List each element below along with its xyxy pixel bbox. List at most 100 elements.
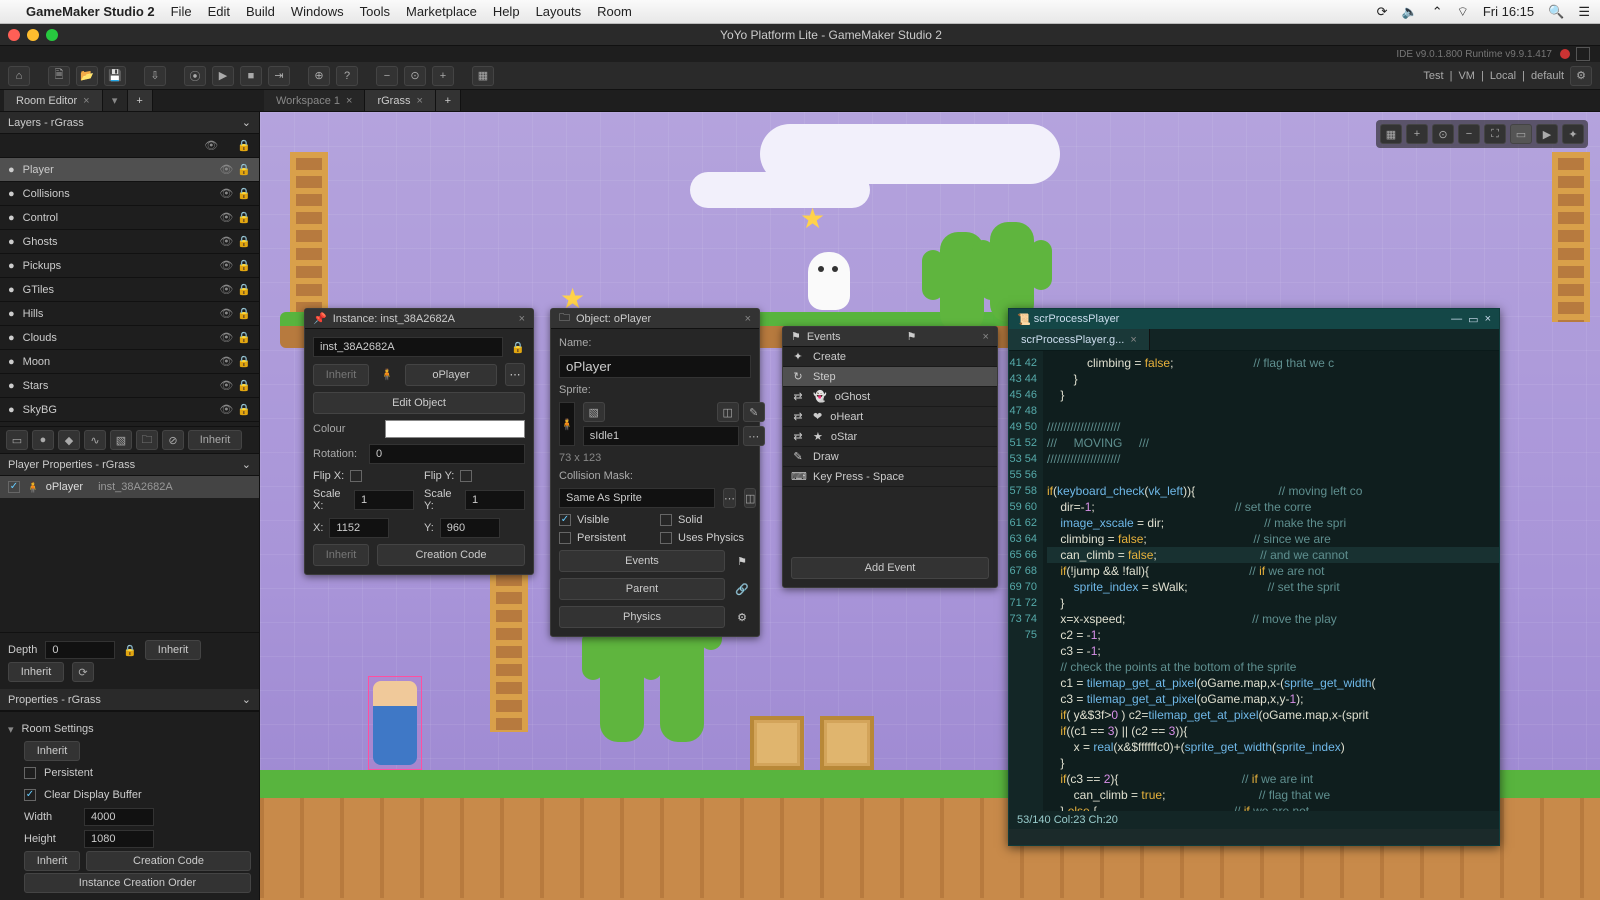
zoom-reset-button[interactable]: ⊙ [404,66,426,86]
instance-list-row[interactable]: 🧍 oPlayer inst_38A2682A [0,476,259,498]
maximize-icon[interactable]: ▭ [1468,313,1478,326]
zoom-window[interactable] [46,29,58,41]
vp-zoom-reset-button[interactable]: ⊙ [1432,124,1454,144]
flipx-checkbox[interactable] [350,470,362,482]
height-input[interactable] [84,830,154,848]
persistent-checkbox[interactable] [24,767,36,779]
target-vm[interactable]: VM [1458,70,1475,82]
object-panel[interactable]: 🗀Object: oPlayer× Name: Sprite: 🧍 ▧ ◫ ✎ [550,308,760,637]
close-icon[interactable]: × [1485,313,1491,326]
lock-icon[interactable]: 🔒 [237,307,251,320]
physics-checkbox[interactable] [660,532,672,544]
eye-icon[interactable]: 👁 [219,283,233,296]
run-button[interactable]: ▶ [212,66,234,86]
menu-help[interactable]: Help [493,4,520,19]
menu-build[interactable]: Build [246,4,275,19]
room-creation-code-button[interactable]: Creation Code [86,851,251,871]
physics-button[interactable]: Physics [559,606,725,628]
open-project-button[interactable]: 📂 [76,66,98,86]
event-draw[interactable]: ✎Draw [783,447,997,467]
minimize-icon[interactable]: — [1451,313,1462,326]
eye-icon[interactable]: 👁 [219,235,233,248]
vp-select-button[interactable]: ▭ [1510,124,1532,144]
dropdown-tab[interactable]: ▾ [103,90,128,111]
code-editor-panel[interactable]: 📜 scrProcessPlayer — ▭ × scrProcessPlaye… [1008,308,1500,846]
layer-row-control[interactable]: ●Control👁🔒 [0,206,259,230]
tab-workspace-1[interactable]: Workspace 1× [264,90,365,111]
sprite-new-button[interactable]: ▧ [583,402,605,422]
target-settings-button[interactable]: ⚙ [1570,66,1592,86]
eye-icon[interactable]: 👁 [219,331,233,344]
lock-icon[interactable]: 🔒 [237,379,251,392]
lock-icon[interactable]: 🔒 [237,139,251,152]
layer-row-moon[interactable]: ●Moon👁🔒 [0,350,259,374]
events-panel[interactable]: ⚑Events⚑× ✦Create↻Step⇄👻oGhost⇄❤oHeart⇄★… [782,326,998,588]
vp-fullscreen-button[interactable]: ⛶ [1484,124,1506,144]
layer-row-collisions[interactable]: ●Collisions👁🔒 [0,182,259,206]
layer-row-pickups[interactable]: ●Pickups👁🔒 [0,254,259,278]
game-options-button[interactable]: ⊕ [308,66,330,86]
flipy-checkbox[interactable] [460,470,472,482]
room-editor-tab[interactable]: Room Editor× [4,90,103,111]
player-instance[interactable] [368,676,422,770]
inst-inherit-button[interactable]: Inherit [313,364,369,386]
debug-button[interactable]: ⦿ [184,66,206,86]
event-key-press-space[interactable]: ⌨Key Press - Space [783,467,997,487]
events-button[interactable]: Events [559,550,725,572]
grid-toggle-button[interactable]: ▦ [1380,124,1402,144]
y-input[interactable] [440,518,500,538]
volume-icon[interactable]: 🔈 [1402,4,1418,20]
lock-icon[interactable]: 🔒 [237,259,251,272]
vp-zoom-in-button[interactable]: + [1406,124,1428,144]
menu-tools[interactable]: Tools [360,4,390,19]
object-name-input[interactable] [559,355,751,378]
menu-room[interactable]: Room [597,4,632,19]
x-input[interactable] [329,518,389,538]
stop-button[interactable]: ■ [240,66,262,86]
instance-name-input[interactable] [313,337,503,357]
room-props-header[interactable]: Properties - rGrass⌄ [0,689,259,711]
app-name[interactable]: GameMaker Studio 2 [26,4,155,19]
close-window[interactable] [8,29,20,41]
zoom-out-button[interactable]: − [376,66,398,86]
layer-row-player[interactable]: ●Player👁🔒 [0,158,259,182]
error-indicator-icon[interactable] [1560,49,1570,59]
vp-play-button[interactable]: ▶ [1536,124,1558,144]
add-layer-bg-button[interactable]: ▭ [6,430,28,450]
player-props-header[interactable]: Player Properties - rGrass⌄ [0,454,259,476]
clear-display-checkbox[interactable] [24,789,36,801]
sync-icon[interactable]: ⟳ [1377,4,1388,20]
add-layer-tile-button[interactable]: ◆ [58,430,80,450]
depth-input[interactable] [45,641,115,659]
event-ostar[interactable]: ⇄★oStar [783,427,997,447]
close-icon[interactable]: × [983,331,989,343]
eye-icon[interactable]: 👁 [204,139,218,152]
close-icon[interactable]: × [519,313,525,325]
event-create[interactable]: ✦Create [783,347,997,367]
event-oheart[interactable]: ⇄❤oHeart [783,407,997,427]
inherit-button[interactable]: Inherit [8,662,64,682]
scalex-input[interactable] [354,490,414,510]
docking-button[interactable]: ▦ [472,66,494,86]
refresh-button[interactable]: ⟳ [72,662,94,682]
lock-icon[interactable]: 🔒 [237,163,251,176]
menu-edit[interactable]: Edit [208,4,230,19]
close-icon[interactable]: × [745,313,751,325]
visible-checkbox[interactable] [559,514,571,526]
object-menu-button[interactable]: ⋯ [505,363,525,386]
layer-row-clouds[interactable]: ●Clouds👁🔒 [0,326,259,350]
eye-icon[interactable]: 👁 [219,403,233,416]
add-layer-instance-button[interactable]: ● [32,430,54,450]
vp-anim-button[interactable]: ✦ [1562,124,1584,144]
instance-object-button[interactable]: oPlayer [405,364,497,386]
eye-icon[interactable]: 👁 [219,259,233,272]
eye-icon[interactable]: 👁 [219,379,233,392]
mask-edit-button[interactable]: ◫ [744,488,756,508]
lock-icon[interactable]: 🔒 [237,283,251,296]
cc-inherit-button[interactable]: Inherit [24,851,80,871]
cc-inherit-button[interactable]: Inherit [313,544,369,566]
menu-layouts[interactable]: Layouts [536,4,582,19]
target-config[interactable]: default [1531,70,1564,82]
layers-header[interactable]: Layers - rGrass⌄ [0,112,259,134]
colour-swatch[interactable] [385,420,525,438]
